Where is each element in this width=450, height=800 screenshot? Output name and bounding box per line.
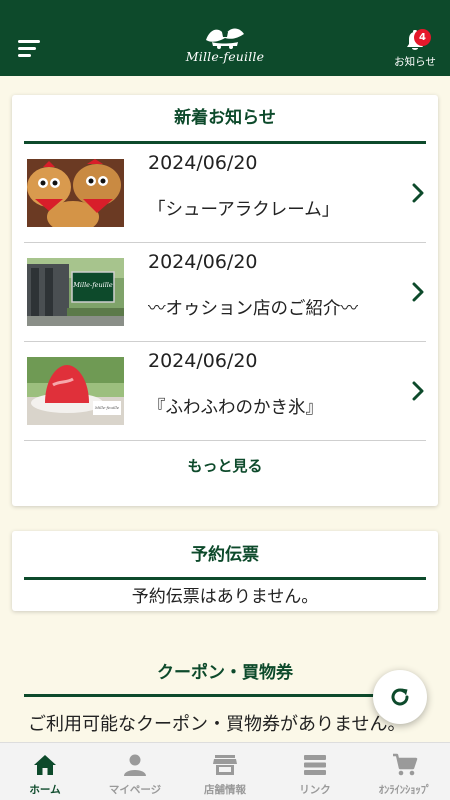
reservation-empty-message: 予約伝票はありません。 [131, 587, 319, 607]
news-date: 2024/06/20 [148, 350, 258, 372]
chevron-right-icon [412, 183, 424, 203]
news-title: 新着お知らせ [174, 108, 276, 128]
tab-links[interactable]: リンク [270, 743, 360, 800]
logo-leaf-icon [206, 28, 244, 49]
notification-label: お知らせ [394, 56, 436, 68]
news-date: 2024/06/20 [148, 152, 258, 174]
cart-icon [393, 753, 418, 776]
person-icon [124, 754, 146, 776]
svg-text:Mille-feuille: Mille-feuille [72, 281, 113, 289]
home-icon [34, 755, 56, 775]
see-more-link[interactable]: もっと見る [12, 455, 438, 476]
list-icon [304, 755, 326, 775]
menu-icon[interactable] [18, 40, 40, 58]
app-header: Mille-feuille お知らせ 4 [0, 0, 450, 76]
reservation-card: 予約伝票 予約伝票はありません。 [12, 531, 438, 611]
refresh-button[interactable] [373, 670, 427, 724]
tab-label: リンク [299, 784, 331, 796]
news-date: 2024/06/20 [148, 251, 258, 273]
news-item[interactable]: Mille-feuille 2024/06/20 『ふわふわのかき氷』 [24, 342, 426, 440]
news-item-title: 「シューアラクレーム」 [148, 200, 340, 220]
news-item-title: 『ふわふわのかき氷』 [148, 398, 323, 418]
news-card: 新着お知らせ 2024/06/20 「シューアラクレーム」 Mille-feui… [12, 95, 438, 506]
tab-online-shop[interactable]: ｵﾝﾗｲﾝｼｮｯﾌﾟ [360, 743, 450, 800]
news-thumbnail-shaved-ice: Mille-feuille [27, 357, 124, 425]
news-divider [24, 440, 426, 441]
coupon-title-rule [24, 694, 426, 697]
logo-text: Mille-feuille [185, 49, 265, 64]
notification-badge: 4 [414, 29, 431, 46]
reservation-title-rule [24, 577, 426, 580]
news-thumbnail-cream-puffs [27, 159, 124, 227]
tab-label: マイページ [108, 784, 162, 796]
tab-home[interactable]: ホーム [0, 743, 90, 800]
tab-store-info[interactable]: 店舗情報 [180, 743, 270, 800]
chevron-right-icon [412, 282, 424, 302]
svg-text:Mille-feuille: Mille-feuille [94, 405, 120, 410]
news-item[interactable]: 2024/06/20 「シューアラクレーム」 [24, 144, 426, 242]
bottom-tab-bar: ホーム マイページ 店舗情報 リンク ｵﾝﾗｲﾝｼｮｯﾌﾟ [0, 742, 450, 800]
news-item[interactable]: Mille-feuille 2024/06/20 〰オゥション店のご紹介〰 [24, 243, 426, 341]
tab-label: 店舗情報 [204, 784, 246, 796]
news-item-title: 〰オゥション店のご紹介〰 [148, 299, 358, 319]
tab-label: ｵﾝﾗｲﾝｼｮｯﾌﾟ [378, 784, 432, 796]
chevron-right-icon [412, 381, 424, 401]
logo: Mille-feuille [185, 22, 265, 74]
store-icon [213, 755, 237, 775]
news-thumbnail-store: Mille-feuille [27, 258, 124, 326]
coupon-empty-message: ご利用可能なクーポン・買物券がありません。 [28, 714, 406, 735]
reservation-title: 予約伝票 [191, 545, 259, 565]
tab-mypage[interactable]: マイページ [90, 743, 180, 800]
refresh-icon [391, 688, 409, 706]
tab-label: ホーム [29, 784, 61, 796]
